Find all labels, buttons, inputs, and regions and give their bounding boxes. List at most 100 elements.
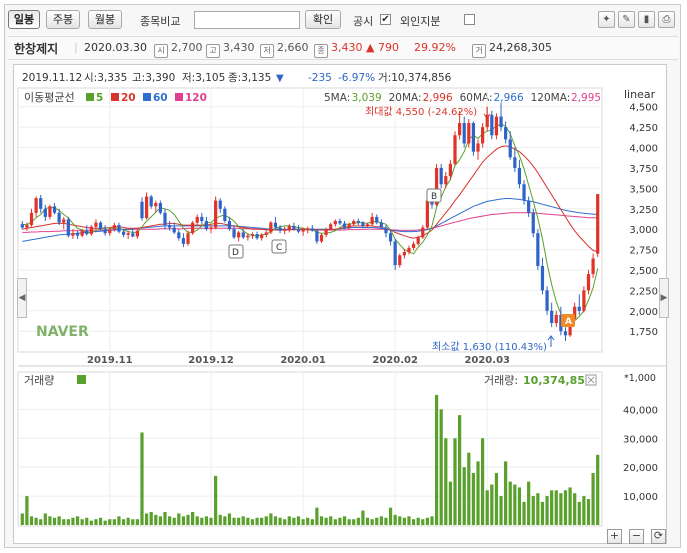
candle-body <box>71 233 75 236</box>
marker-a[interactable]: A <box>561 314 575 327</box>
candle-body <box>393 241 397 266</box>
volume-readout-label: 거래량: <box>484 374 518 387</box>
volume-bar <box>402 517 406 525</box>
volume-bar <box>457 415 462 525</box>
volume-bar <box>421 519 425 525</box>
min-arrow-icon <box>547 335 555 347</box>
candle-body <box>181 238 186 244</box>
volume-readout-value: 10,374,856 <box>523 374 593 387</box>
scroll-left-button[interactable]: ◀ <box>17 278 27 318</box>
volume-bar <box>338 517 342 525</box>
candle-body <box>89 226 93 235</box>
volume-tick-label: 40,000 <box>623 405 658 416</box>
volume-bar <box>522 501 526 525</box>
price-tick-label: 2,500 <box>629 266 658 277</box>
x-axis: 2019.11 2019.12 2020.01 2020.02 2020.03 <box>87 355 510 366</box>
candle-body <box>586 274 591 291</box>
volume-bar <box>62 519 66 525</box>
candle-body <box>517 167 522 185</box>
candle-body <box>490 114 494 136</box>
candle-body <box>260 234 264 239</box>
candle-body <box>98 222 103 230</box>
candle-body <box>402 252 406 256</box>
volume-bar <box>586 498 591 525</box>
volume-bar <box>20 513 24 525</box>
volume-bar <box>310 519 314 525</box>
candle-body <box>338 221 342 224</box>
candle-body <box>462 123 466 144</box>
volume-bar <box>375 517 379 525</box>
candle-body <box>453 135 457 164</box>
volume-bar <box>144 513 149 525</box>
volume-bar <box>237 517 241 525</box>
candle-body <box>388 233 393 242</box>
volume-bar <box>361 510 365 525</box>
marker-b[interactable]: B <box>426 188 442 203</box>
volume-bar <box>545 496 549 525</box>
candle-body <box>85 230 89 235</box>
volume-bar <box>250 519 255 525</box>
volume-bar <box>140 432 144 525</box>
ma-legend: 5 20 60 120 <box>86 92 207 104</box>
volume-bar <box>163 511 167 525</box>
candle-body <box>66 219 70 236</box>
candlestick-chart: 2019.11.12 시:3,335 고:3,390 저:3,105 종:3,1… <box>17 72 666 527</box>
candle-body <box>310 228 314 231</box>
volume-bar <box>365 517 370 525</box>
max-annotation: 최대값 4,550 (-24.62%) <box>365 106 491 119</box>
volume-tick-label: 10,000 <box>623 492 658 503</box>
price-tick-label: 3,000 <box>629 225 658 236</box>
scroll-right-button[interactable]: ▶ <box>659 278 669 318</box>
volume-bar <box>167 516 172 525</box>
volume-bar <box>563 490 568 525</box>
marker-c[interactable]: C <box>271 239 287 254</box>
candle-body <box>278 227 282 231</box>
ma-readout-value: 3,039 <box>352 92 382 104</box>
candle-body <box>209 227 213 230</box>
volume-bar <box>550 490 554 525</box>
volume-bar <box>448 481 453 525</box>
candle-body <box>204 221 209 230</box>
ma-legend-swatch <box>143 93 151 101</box>
volume-bar <box>80 519 84 525</box>
marker-d[interactable]: D <box>228 244 244 259</box>
volume-bar <box>89 520 93 525</box>
candle-body <box>315 230 319 242</box>
candle-body <box>39 198 43 209</box>
volume-bar <box>407 516 411 525</box>
scale-label[interactable]: linear <box>624 88 656 101</box>
reset-button[interactable]: ⟳ <box>651 529 666 544</box>
volume-bar <box>439 409 443 525</box>
ma-legend-label: 5 <box>96 92 103 104</box>
candle-body <box>186 233 190 244</box>
candle-body <box>379 222 383 228</box>
candle-body <box>416 237 420 244</box>
volume-bar <box>98 517 103 525</box>
ma60-line <box>22 198 598 242</box>
price-tick-label: 1,750 <box>629 327 658 338</box>
volume-bar <box>43 513 47 525</box>
volume-bar <box>260 517 264 525</box>
candle-body <box>264 232 268 235</box>
price-tick-label: 4,250 <box>629 123 658 134</box>
x-tick-label: 2020.01 <box>280 355 326 366</box>
ma-legend-swatch <box>86 93 94 101</box>
candle-body <box>329 224 333 230</box>
candle-body <box>117 225 121 232</box>
volume-bar <box>126 517 130 525</box>
zoom-in-button[interactable]: + <box>607 529 622 544</box>
volume-bar <box>39 519 43 525</box>
candle-body <box>467 123 471 144</box>
ma-readout-value: 2,966 <box>494 92 524 104</box>
volume-bar <box>342 516 347 525</box>
volume-bar <box>577 501 581 525</box>
ma-legend-label: 120 <box>185 92 207 104</box>
volume-bar <box>85 517 89 525</box>
price-tick-label: 2,250 <box>629 286 658 297</box>
zoom-out-button[interactable]: − <box>629 529 644 544</box>
candle-body <box>375 216 379 223</box>
candle-body <box>425 200 429 228</box>
volume-bar <box>149 511 153 525</box>
volume-title: 거래량 <box>24 374 54 387</box>
candle-body <box>494 116 499 136</box>
